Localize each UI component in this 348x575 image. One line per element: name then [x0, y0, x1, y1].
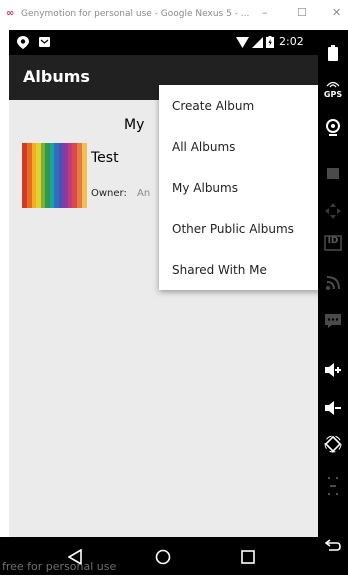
wifi-icon — [236, 37, 249, 48]
emulator-sidebar: GPS ID — [318, 30, 348, 575]
overflow-menu: Create Album All Albums My Albums Other … — [159, 85, 318, 290]
gps-signal-icon — [326, 81, 340, 88]
maximize-button[interactable]: ☐ — [297, 6, 307, 19]
recent-apps-icon[interactable] — [241, 550, 255, 564]
battery-widget-icon[interactable] — [327, 45, 339, 61]
window-title: Genymotion for personal use - Google Nex… — [21, 9, 250, 19]
dpad-icon[interactable] — [324, 202, 342, 220]
signal-icon — [252, 37, 263, 48]
volume-up-icon[interactable] — [325, 363, 342, 377]
gps-icon[interactable]: GPS — [318, 90, 348, 99]
menu-item-other-public-albums[interactable]: Other Public Albums — [172, 222, 294, 236]
menu-item-shared-with-me[interactable]: Shared With Me — [172, 263, 267, 277]
battery-icon — [266, 36, 274, 48]
album-name[interactable]: Test — [91, 150, 119, 166]
menu-item-my-albums[interactable]: My Albums — [172, 181, 238, 195]
status-time: 2:02 — [279, 35, 304, 48]
album-thumbnail[interactable] — [22, 143, 87, 208]
back-hardware-icon[interactable] — [325, 539, 341, 551]
owner-label: Owner: — [91, 188, 127, 199]
app-title: Albums — [23, 67, 90, 86]
volume-down-icon[interactable] — [325, 401, 342, 415]
menu-item-all-albums[interactable]: All Albums — [172, 140, 235, 154]
minimize-button[interactable]: – — [262, 6, 268, 19]
watermark-text: free for personal use — [2, 560, 117, 573]
menu-item-create-album[interactable]: Create Album — [172, 99, 254, 113]
home-icon[interactable] — [155, 549, 171, 565]
device-id-label: ID — [327, 236, 339, 246]
window-titlebar: ∞ Genymotion for personal use - Google N… — [0, 0, 348, 30]
phone-screen: 2:02 Albums My Test Owner: An Create Alb… — [9, 30, 318, 541]
notification-icon — [39, 37, 50, 47]
rss-icon[interactable] — [326, 276, 340, 290]
genymotion-logo-icon: ∞ — [6, 8, 15, 19]
status-bar: 2:02 — [9, 30, 318, 55]
close-button[interactable]: ✕ — [332, 6, 341, 19]
rotate-icon[interactable] — [324, 435, 342, 453]
owner-value: An — [137, 188, 151, 199]
sms-icon[interactable] — [325, 314, 341, 328]
webcam-icon[interactable] — [325, 119, 341, 137]
pixel-perfect-icon[interactable] — [326, 477, 340, 495]
section-heading: My — [124, 117, 145, 133]
location-pin-icon — [17, 36, 29, 49]
video-capture-icon[interactable] — [327, 165, 339, 179]
